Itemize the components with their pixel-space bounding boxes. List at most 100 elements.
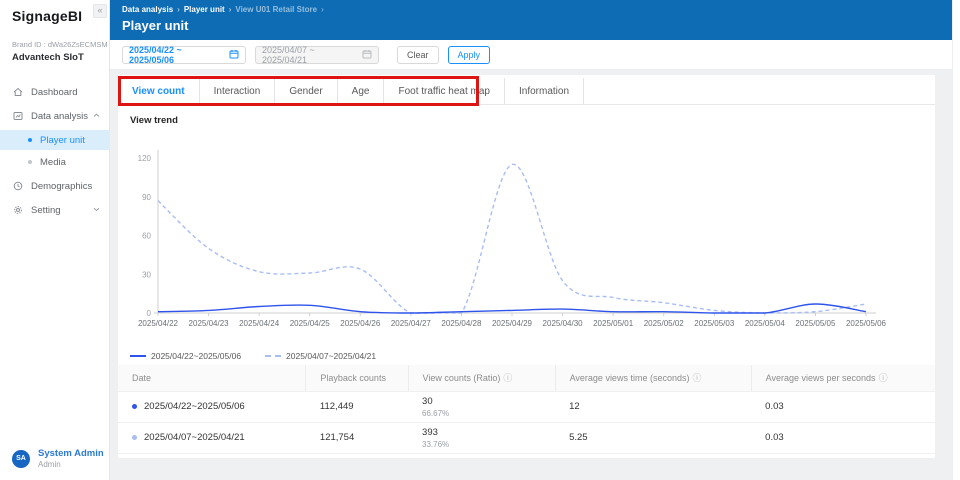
legend-item-current[interactable]: 2025/04/22~2025/05/06 — [130, 351, 241, 361]
brand-id: Brand ID : dWa26ZsECMSM — [12, 40, 108, 49]
info-icon[interactable]: ⓘ — [692, 373, 701, 383]
x-axis-label: 2025/05/05 — [795, 319, 836, 328]
tab-foot-traffic-heat-map[interactable]: Foot traffic heat map — [384, 78, 505, 104]
legend-label: 2025/04/22~2025/05/06 — [151, 351, 241, 361]
series-line-1 — [158, 164, 866, 313]
sidebar-item-label: Data analysis — [31, 111, 88, 122]
home-icon — [12, 87, 23, 98]
sidebar: SignageBI « Brand ID : dWa26ZsECMSM Adva… — [0, 0, 110, 480]
clear-button[interactable]: Clear — [397, 46, 439, 64]
cell-date: 2025/04/07~2025/04/21 — [118, 422, 306, 453]
y-axis-label: 120 — [138, 154, 152, 163]
user-name: System Admin — [38, 448, 104, 459]
cell-views: 39333.76% — [408, 422, 555, 453]
breadcrumb-separator: › — [177, 5, 180, 14]
y-axis-label: 30 — [142, 270, 151, 279]
col-playback-counts: Playback counts — [306, 365, 408, 391]
date-range-value: 2025/04/07 ~ 2025/04/21 — [262, 45, 362, 65]
sidebar-item-player-unit[interactable]: Player unit — [0, 130, 110, 150]
x-axis-label: 2025/04/28 — [441, 319, 482, 328]
x-axis-label: 2025/04/26 — [340, 319, 381, 328]
x-axis-label: 2025/05/04 — [745, 319, 786, 328]
legend-item-previous[interactable]: 2025/04/07~2025/04/21 — [265, 351, 376, 361]
brand-name: Advantech SIoT — [12, 52, 108, 63]
info-icon[interactable]: ⓘ — [879, 373, 888, 383]
breadcrumb-item-current[interactable]: View U01 Retail Store — [235, 5, 317, 14]
tab-view-count[interactable]: View count — [118, 78, 200, 104]
col-view-counts: View counts (Ratio)ⓘ — [408, 365, 555, 391]
app-logo: SignageBI — [12, 8, 82, 24]
scrollbar-track[interactable] — [952, 0, 960, 480]
info-icon[interactable]: ⓘ — [503, 373, 512, 383]
avatar: SA — [12, 450, 30, 468]
calendar-icon — [362, 49, 372, 61]
date-range-value: 2025/04/22 ~ 2025/05/06 — [129, 45, 229, 65]
x-axis-label: 2025/04/25 — [290, 319, 331, 328]
app-window: SignageBI « Brand ID : dWa26ZsECMSM Adva… — [0, 0, 960, 480]
brand-info: Brand ID : dWa26ZsECMSM Advantech SIoT — [12, 40, 108, 63]
demographics-clock-icon — [12, 181, 23, 192]
date-range-input-primary[interactable]: 2025/04/22 ~ 2025/05/06 — [122, 46, 246, 64]
cell-avg-per-sec: 0.03 — [751, 422, 935, 453]
date-range-input-compare[interactable]: 2025/04/07 ~ 2025/04/21 — [255, 46, 379, 64]
sidebar-item-media[interactable]: Media — [0, 152, 110, 172]
filter-bar: 2025/04/22 ~ 2025/05/06 2025/04/07 ~ 202… — [110, 40, 952, 70]
sidebar-item-label: Media — [40, 157, 66, 168]
breadcrumb-separator: › — [321, 5, 324, 14]
x-axis-label: 2025/04/29 — [492, 319, 533, 328]
sidebar-item-setting[interactable]: Setting — [0, 200, 110, 220]
user-account[interactable]: SA System Admin Admin — [12, 448, 104, 469]
x-axis-label: 2025/04/22 — [138, 319, 179, 328]
sidebar-item-label: Setting — [31, 205, 61, 216]
ratio-subtext: 33.76% — [422, 440, 541, 449]
breadcrumb: Data analysis›Player unit›View U01 Retai… — [122, 5, 940, 14]
y-axis-label: 0 — [147, 309, 152, 318]
bullet-icon — [28, 160, 32, 164]
series-dot-icon — [132, 435, 137, 440]
x-axis-label: 2025/04/23 — [189, 319, 230, 328]
x-axis-label: 2025/04/27 — [391, 319, 432, 328]
x-axis-label: 2025/05/02 — [644, 319, 685, 328]
col-date: Date — [118, 365, 306, 391]
tab-bar: View count Interaction Gender Age Foot t… — [118, 78, 935, 105]
table-row: 2025/04/22~2025/05/06 112,449 3066.67% 1… — [118, 391, 935, 422]
dashed-line-icon — [265, 355, 281, 357]
series-dot-icon — [132, 404, 137, 409]
chart-canvas: 0 30 60 90 120 2025/04/22 2025/04/23 2025/04/24… — [126, 120, 926, 335]
sidebar-item-label: Dashboard — [31, 87, 77, 98]
sidebar-item-label: Demographics — [31, 181, 92, 192]
cell-playback: 112,449 — [306, 391, 408, 422]
sidebar-item-label: Player unit — [40, 135, 85, 146]
col-average-views-per-seconds: Average views per secondsⓘ — [751, 365, 935, 391]
chevron-up-icon — [93, 113, 100, 120]
table-header-row: Date Playback counts View counts (Ratio)… — [118, 365, 935, 391]
x-axis-label: 2025/04/24 — [239, 319, 280, 328]
cell-date: 2025/04/22~2025/05/06 — [118, 391, 306, 422]
x-axis-label: 2025/04/30 — [543, 319, 584, 328]
ratio-subtext: 66.67% — [422, 409, 541, 418]
sidebar-item-demographics[interactable]: Demographics — [0, 176, 110, 196]
cell-playback: 121,754 — [306, 422, 408, 453]
apply-button[interactable]: Apply — [448, 46, 491, 64]
page-title: Player unit — [122, 18, 940, 33]
tab-interaction[interactable]: Interaction — [200, 78, 276, 104]
sidebar-item-dashboard[interactable]: Dashboard — [0, 82, 110, 102]
breadcrumb-separator: › — [229, 5, 232, 14]
gear-icon — [12, 205, 23, 216]
breadcrumb-item[interactable]: Data analysis — [122, 5, 173, 14]
chevron-down-icon — [93, 207, 100, 214]
col-average-views-time: Average views time (seconds)ⓘ — [555, 365, 751, 391]
tab-information[interactable]: Information — [505, 78, 584, 104]
cell-views: 3066.67% — [408, 391, 555, 422]
page-header: Data analysis›Player unit›View U01 Retai… — [110, 0, 952, 40]
sidebar-collapse-icon[interactable]: « — [93, 4, 107, 18]
y-axis-label: 60 — [142, 232, 151, 241]
x-axis-label: 2025/05/01 — [593, 319, 634, 328]
user-role: Admin — [38, 460, 104, 469]
tab-gender[interactable]: Gender — [275, 78, 337, 104]
tab-age[interactable]: Age — [338, 78, 385, 104]
breadcrumb-item[interactable]: Player unit — [184, 5, 225, 14]
sidebar-item-data-analysis[interactable]: Data analysis — [0, 106, 110, 126]
chart-panel-icon — [12, 111, 23, 122]
y-axis-label: 90 — [142, 193, 151, 202]
